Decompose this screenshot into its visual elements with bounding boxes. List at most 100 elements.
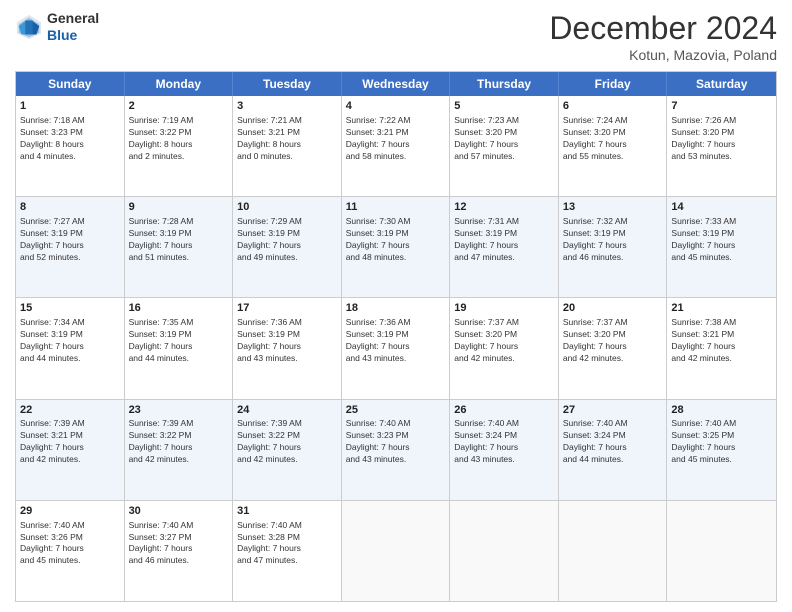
day-number: 30 xyxy=(129,504,229,519)
cell-info: Sunrise: 7:40 AMSunset: 3:24 PMDaylight:… xyxy=(454,418,554,466)
calendar-cell-7: 7Sunrise: 7:26 AMSunset: 3:20 PMDaylight… xyxy=(667,96,776,196)
day-header-thursday: Thursday xyxy=(450,72,559,96)
calendar-cell-4: 4Sunrise: 7:22 AMSunset: 3:21 PMDaylight… xyxy=(342,96,451,196)
cell-info: Sunrise: 7:39 AMSunset: 3:22 PMDaylight:… xyxy=(129,418,229,466)
title-section: December 2024 Kotun, Mazovia, Poland xyxy=(549,10,777,63)
calendar-cell-12: 12Sunrise: 7:31 AMSunset: 3:19 PMDayligh… xyxy=(450,197,559,297)
calendar-cell-19: 19Sunrise: 7:37 AMSunset: 3:20 PMDayligh… xyxy=(450,298,559,398)
cell-info: Sunrise: 7:40 AMSunset: 3:23 PMDaylight:… xyxy=(346,418,446,466)
day-number: 5 xyxy=(454,99,554,114)
calendar-cell-14: 14Sunrise: 7:33 AMSunset: 3:19 PMDayligh… xyxy=(667,197,776,297)
day-number: 28 xyxy=(671,403,772,418)
calendar-row-5: 29Sunrise: 7:40 AMSunset: 3:26 PMDayligh… xyxy=(16,500,776,601)
day-number: 10 xyxy=(237,200,337,215)
calendar-cell-empty-3 xyxy=(342,501,451,601)
cell-info: Sunrise: 7:24 AMSunset: 3:20 PMDaylight:… xyxy=(563,115,663,163)
calendar-row-4: 22Sunrise: 7:39 AMSunset: 3:21 PMDayligh… xyxy=(16,399,776,500)
cell-info: Sunrise: 7:27 AMSunset: 3:19 PMDaylight:… xyxy=(20,216,120,264)
calendar-cell-8: 8Sunrise: 7:27 AMSunset: 3:19 PMDaylight… xyxy=(16,197,125,297)
day-number: 24 xyxy=(237,403,337,418)
day-number: 12 xyxy=(454,200,554,215)
day-number: 15 xyxy=(20,301,120,316)
cell-info: Sunrise: 7:22 AMSunset: 3:21 PMDaylight:… xyxy=(346,115,446,163)
logo-blue: Blue xyxy=(47,27,77,43)
calendar-row-3: 15Sunrise: 7:34 AMSunset: 3:19 PMDayligh… xyxy=(16,297,776,398)
calendar-cell-15: 15Sunrise: 7:34 AMSunset: 3:19 PMDayligh… xyxy=(16,298,125,398)
calendar-cell-24: 24Sunrise: 7:39 AMSunset: 3:22 PMDayligh… xyxy=(233,400,342,500)
day-number: 13 xyxy=(563,200,663,215)
calendar-cell-28: 28Sunrise: 7:40 AMSunset: 3:25 PMDayligh… xyxy=(667,400,776,500)
cell-info: Sunrise: 7:39 AMSunset: 3:22 PMDaylight:… xyxy=(237,418,337,466)
cell-info: Sunrise: 7:21 AMSunset: 3:21 PMDaylight:… xyxy=(237,115,337,163)
day-number: 31 xyxy=(237,504,337,519)
calendar-cell-empty-5 xyxy=(559,501,668,601)
calendar-row-1: 1Sunrise: 7:18 AMSunset: 3:23 PMDaylight… xyxy=(16,96,776,196)
calendar-cell-29: 29Sunrise: 7:40 AMSunset: 3:26 PMDayligh… xyxy=(16,501,125,601)
cell-info: Sunrise: 7:34 AMSunset: 3:19 PMDaylight:… xyxy=(20,317,120,365)
day-number: 27 xyxy=(563,403,663,418)
header: General Blue December 2024 Kotun, Mazovi… xyxy=(15,10,777,63)
calendar-cell-empty-6 xyxy=(667,501,776,601)
calendar: SundayMondayTuesdayWednesdayThursdayFrid… xyxy=(15,71,777,602)
day-number: 9 xyxy=(129,200,229,215)
cell-info: Sunrise: 7:26 AMSunset: 3:20 PMDaylight:… xyxy=(671,115,772,163)
calendar-cell-6: 6Sunrise: 7:24 AMSunset: 3:20 PMDaylight… xyxy=(559,96,668,196)
calendar-row-2: 8Sunrise: 7:27 AMSunset: 3:19 PMDaylight… xyxy=(16,196,776,297)
calendar-cell-17: 17Sunrise: 7:36 AMSunset: 3:19 PMDayligh… xyxy=(233,298,342,398)
location: Kotun, Mazovia, Poland xyxy=(549,47,777,63)
day-number: 2 xyxy=(129,99,229,114)
calendar-cell-1: 1Sunrise: 7:18 AMSunset: 3:23 PMDaylight… xyxy=(16,96,125,196)
calendar-cell-26: 26Sunrise: 7:40 AMSunset: 3:24 PMDayligh… xyxy=(450,400,559,500)
cell-info: Sunrise: 7:18 AMSunset: 3:23 PMDaylight:… xyxy=(20,115,120,163)
day-number: 18 xyxy=(346,301,446,316)
day-header-monday: Monday xyxy=(125,72,234,96)
logo-general: General xyxy=(47,10,99,26)
day-header-wednesday: Wednesday xyxy=(342,72,451,96)
day-header-saturday: Saturday xyxy=(667,72,776,96)
cell-info: Sunrise: 7:40 AMSunset: 3:24 PMDaylight:… xyxy=(563,418,663,466)
day-number: 25 xyxy=(346,403,446,418)
day-header-friday: Friday xyxy=(559,72,668,96)
day-number: 20 xyxy=(563,301,663,316)
day-number: 3 xyxy=(237,99,337,114)
calendar-cell-18: 18Sunrise: 7:36 AMSunset: 3:19 PMDayligh… xyxy=(342,298,451,398)
day-number: 17 xyxy=(237,301,337,316)
cell-info: Sunrise: 7:31 AMSunset: 3:19 PMDaylight:… xyxy=(454,216,554,264)
calendar-body: 1Sunrise: 7:18 AMSunset: 3:23 PMDaylight… xyxy=(16,96,776,601)
calendar-cell-16: 16Sunrise: 7:35 AMSunset: 3:19 PMDayligh… xyxy=(125,298,234,398)
calendar-cell-27: 27Sunrise: 7:40 AMSunset: 3:24 PMDayligh… xyxy=(559,400,668,500)
cell-info: Sunrise: 7:36 AMSunset: 3:19 PMDaylight:… xyxy=(237,317,337,365)
cell-info: Sunrise: 7:39 AMSunset: 3:21 PMDaylight:… xyxy=(20,418,120,466)
calendar-header: SundayMondayTuesdayWednesdayThursdayFrid… xyxy=(16,72,776,96)
day-number: 26 xyxy=(454,403,554,418)
day-number: 21 xyxy=(671,301,772,316)
day-number: 7 xyxy=(671,99,772,114)
cell-info: Sunrise: 7:40 AMSunset: 3:27 PMDaylight:… xyxy=(129,520,229,568)
day-header-tuesday: Tuesday xyxy=(233,72,342,96)
calendar-cell-31: 31Sunrise: 7:40 AMSunset: 3:28 PMDayligh… xyxy=(233,501,342,601)
cell-info: Sunrise: 7:37 AMSunset: 3:20 PMDaylight:… xyxy=(454,317,554,365)
calendar-cell-10: 10Sunrise: 7:29 AMSunset: 3:19 PMDayligh… xyxy=(233,197,342,297)
day-number: 8 xyxy=(20,200,120,215)
cell-info: Sunrise: 7:19 AMSunset: 3:22 PMDaylight:… xyxy=(129,115,229,163)
cell-info: Sunrise: 7:28 AMSunset: 3:19 PMDaylight:… xyxy=(129,216,229,264)
calendar-cell-9: 9Sunrise: 7:28 AMSunset: 3:19 PMDaylight… xyxy=(125,197,234,297)
cell-info: Sunrise: 7:32 AMSunset: 3:19 PMDaylight:… xyxy=(563,216,663,264)
day-number: 23 xyxy=(129,403,229,418)
logo: General Blue xyxy=(15,10,99,44)
cell-info: Sunrise: 7:40 AMSunset: 3:25 PMDaylight:… xyxy=(671,418,772,466)
cell-info: Sunrise: 7:36 AMSunset: 3:19 PMDaylight:… xyxy=(346,317,446,365)
cell-info: Sunrise: 7:40 AMSunset: 3:26 PMDaylight:… xyxy=(20,520,120,568)
calendar-cell-3: 3Sunrise: 7:21 AMSunset: 3:21 PMDaylight… xyxy=(233,96,342,196)
logo-text: General Blue xyxy=(47,10,99,44)
calendar-cell-5: 5Sunrise: 7:23 AMSunset: 3:20 PMDaylight… xyxy=(450,96,559,196)
cell-info: Sunrise: 7:35 AMSunset: 3:19 PMDaylight:… xyxy=(129,317,229,365)
day-number: 19 xyxy=(454,301,554,316)
cell-info: Sunrise: 7:38 AMSunset: 3:21 PMDaylight:… xyxy=(671,317,772,365)
day-number: 1 xyxy=(20,99,120,114)
calendar-cell-23: 23Sunrise: 7:39 AMSunset: 3:22 PMDayligh… xyxy=(125,400,234,500)
calendar-cell-21: 21Sunrise: 7:38 AMSunset: 3:21 PMDayligh… xyxy=(667,298,776,398)
calendar-cell-13: 13Sunrise: 7:32 AMSunset: 3:19 PMDayligh… xyxy=(559,197,668,297)
logo-icon xyxy=(15,13,43,41)
cell-info: Sunrise: 7:40 AMSunset: 3:28 PMDaylight:… xyxy=(237,520,337,568)
